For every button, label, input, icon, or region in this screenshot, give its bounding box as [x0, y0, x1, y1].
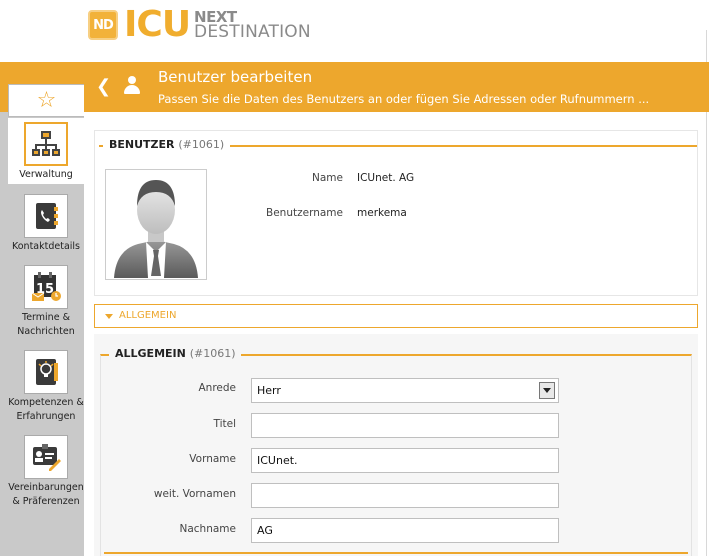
- label-line: Nachrichten: [17, 326, 75, 337]
- sidebar-item-label: Kontaktdetails: [11, 241, 80, 252]
- nachname-field[interactable]: AG: [251, 518, 559, 543]
- sidebar-item-kontaktdetails[interactable]: Kontaktdetails: [8, 194, 84, 254]
- sidebar-item-label: Termine & Nachrichten: [8, 311, 84, 339]
- label-line: Kompetenzen &: [8, 397, 84, 408]
- page-title: Benutzer bearbeiten: [158, 68, 313, 86]
- sidebar-item-verwaltung[interactable]: Verwaltung: [8, 118, 84, 184]
- label-line: Termine &: [22, 312, 70, 323]
- allgemein-panel: ALLGEMEIN (#1061) Anrede Herr Titel Vorn…: [94, 334, 698, 556]
- benutzer-legend: BENUTZER (#1061): [103, 138, 231, 151]
- legend-id: (#1061): [178, 138, 225, 151]
- logo[interactable]: ND ICU NEXT DESTINATION: [88, 4, 311, 45]
- lightbulb-book-icon: [24, 350, 68, 394]
- logo-line2: DESTINATION: [194, 22, 311, 42]
- id-card-pen-icon: [24, 435, 68, 479]
- benutzer-panel: BENUTZER (#1061) Name ICUnet. AG Benutze…: [94, 130, 698, 296]
- logo-badge: ND: [88, 10, 118, 40]
- user-icon: [123, 74, 141, 96]
- sidebar-item-label: Vereinbarungen & Präferenzen: [8, 481, 84, 509]
- sidebar-item-kompetenzen[interactable]: Kompetenzen & Erfahrungen: [8, 350, 84, 424]
- sidebar-item-label: Kompetenzen & Erfahrungen: [8, 396, 84, 424]
- chevron-down-icon[interactable]: [539, 382, 555, 399]
- sidebar-item-label: Verwaltung: [19, 169, 73, 180]
- legend-id: (#1061): [189, 347, 236, 360]
- weitere-vornamen-field[interactable]: [251, 483, 559, 508]
- vorname-field[interactable]: ICUnet.: [251, 448, 559, 473]
- back-chevron-icon[interactable]: ❮: [96, 76, 111, 97]
- username-label: Benutzername: [266, 207, 343, 219]
- page-header: ❮ Benutzer bearbeiten Passen Sie die Dat…: [0, 62, 709, 112]
- address-book-icon: [24, 194, 68, 238]
- sidebar-item-termine[interactable]: 15 Termine & Nachrichten: [8, 265, 84, 339]
- allgemein-accordion[interactable]: ALLGEMEIN: [94, 304, 698, 328]
- accordion-label: ALLGEMEIN: [119, 310, 177, 321]
- anrede-selected-value: Herr: [257, 384, 281, 397]
- avatar: [105, 169, 207, 280]
- nachname-label: Nachname: [179, 523, 237, 535]
- weitere-vornamen-label: weit. Vornamen: [153, 488, 236, 500]
- logo-tagline: NEXT DESTINATION: [194, 10, 311, 42]
- legend-title: ALLGEMEIN: [115, 347, 186, 360]
- caret-down-icon: [105, 314, 113, 319]
- logo-brand: ICU: [124, 4, 191, 45]
- label-line: Vereinbarungen: [8, 482, 84, 493]
- sidebar-item-vereinbarungen[interactable]: Vereinbarungen & Präferenzen: [8, 435, 84, 509]
- org-chart-icon: [24, 122, 68, 166]
- label-line: & Präferenzen: [12, 496, 80, 507]
- top-bar: ND ICU NEXT DESTINATION: [0, 0, 709, 62]
- titel-label: Titel: [213, 418, 236, 430]
- legend-title: BENUTZER: [109, 138, 175, 151]
- section-divider: [104, 552, 688, 554]
- vorname-label: Vorname: [189, 453, 236, 465]
- titel-field[interactable]: [251, 413, 559, 438]
- anrede-label: Anrede: [198, 382, 236, 394]
- allgemein-legend: ALLGEMEIN (#1061): [109, 347, 242, 360]
- name-value: ICUnet. AG: [357, 172, 415, 184]
- page-subtitle: Passen Sie die Daten des Benutzers an od…: [158, 92, 650, 106]
- username-value: merkema: [357, 207, 407, 219]
- calendar-icon: 15: [24, 265, 68, 309]
- label-line: Erfahrungen: [16, 411, 76, 422]
- favorite-star-icon[interactable]: ☆: [8, 84, 84, 117]
- anrede-select[interactable]: Herr: [251, 378, 559, 403]
- name-label: Name: [312, 172, 343, 184]
